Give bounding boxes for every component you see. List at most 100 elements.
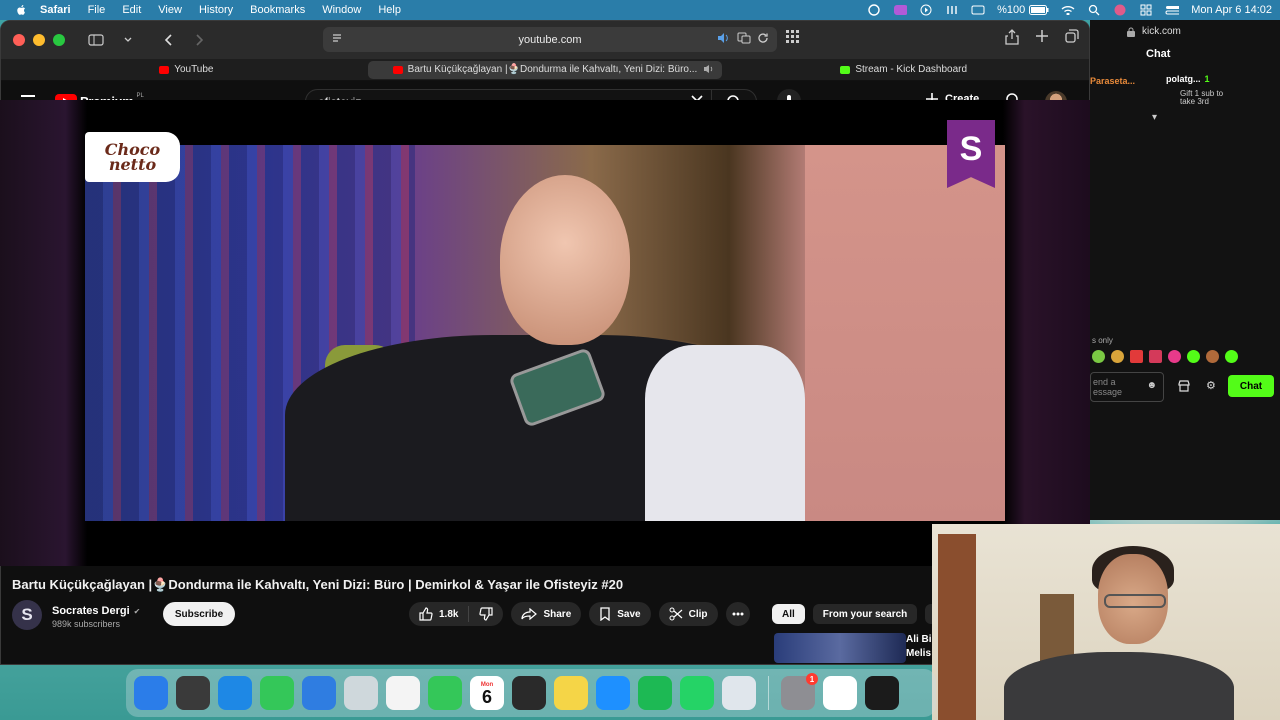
youtube-favicon-icon xyxy=(159,65,170,74)
store-icon[interactable] xyxy=(1178,379,1190,397)
tab-kick[interactable]: Stream - Kick Dashboard xyxy=(726,61,1081,79)
battery-status[interactable]: %100 xyxy=(997,4,1049,16)
emoji-picker-icon[interactable]: ☻ xyxy=(1146,381,1157,391)
chevron-down-icon[interactable] xyxy=(115,29,141,51)
chip-from-your-search[interactable]: From your search xyxy=(812,604,918,624)
menu-help[interactable]: Help xyxy=(378,4,401,16)
wifi-icon[interactable] xyxy=(1061,4,1075,16)
pinned-username: polatg... xyxy=(1166,74,1201,84)
zoom-window-button[interactable] xyxy=(53,34,65,46)
chrome-icon[interactable] xyxy=(823,676,857,710)
menu-file[interactable]: File xyxy=(88,4,106,16)
apple-icon[interactable] xyxy=(16,4,28,16)
obs-icon[interactable] xyxy=(865,676,899,710)
appstore-alt-icon[interactable] xyxy=(344,676,378,710)
url-text: youtube.com xyxy=(518,33,582,46)
emote-icon[interactable] xyxy=(1111,350,1124,363)
address-bar[interactable]: youtube.com xyxy=(323,27,777,52)
whatsapp-icon[interactable] xyxy=(680,676,714,710)
gift-sub-prompt[interactable]: Gift 1 sub to take 3rd xyxy=(1180,90,1223,106)
clip-button[interactable]: Clip xyxy=(658,602,718,626)
controls-icon[interactable] xyxy=(945,4,959,16)
notes-icon[interactable] xyxy=(554,676,588,710)
emote-icon[interactable] xyxy=(1206,350,1219,363)
display-icon[interactable] xyxy=(971,4,985,16)
system-settings-icon[interactable]: 1 xyxy=(781,673,818,710)
menubar-clock[interactable]: Mon Apr 6 14:02 xyxy=(1191,4,1272,16)
translate-icon[interactable] xyxy=(737,32,751,47)
messages-icon[interactable] xyxy=(260,676,294,710)
tab-overview-grid-icon[interactable] xyxy=(785,29,801,48)
share-button[interactable]: Share xyxy=(511,602,582,626)
safari-icon[interactable] xyxy=(218,676,252,710)
save-button[interactable]: Save xyxy=(589,602,651,626)
more-actions-icon[interactable] xyxy=(725,602,750,626)
emote-icon[interactable] xyxy=(1168,350,1181,363)
spotlight-icon[interactable] xyxy=(1087,4,1101,16)
lock-icon xyxy=(1127,27,1135,37)
tab-audio-icon[interactable] xyxy=(703,64,714,77)
page-menu-icon[interactable] xyxy=(331,32,343,47)
collapse-pinned-icon[interactable]: ▾ xyxy=(1152,112,1157,123)
menu-edit[interactable]: Edit xyxy=(122,4,141,16)
facetime-icon[interactable] xyxy=(428,676,462,710)
recommended-video-title[interactable]: Ali Bi Melis xyxy=(906,633,932,661)
tab-video[interactable]: Bartu Küçükçağlayan |🍨Dondurma ile Kahva… xyxy=(367,60,723,79)
minimize-window-button[interactable] xyxy=(33,34,45,46)
new-tab-icon[interactable] xyxy=(1035,29,1049,50)
control-center-icon[interactable] xyxy=(1165,4,1180,16)
user-icon[interactable] xyxy=(1113,4,1127,16)
sidebar-toggle-icon[interactable] xyxy=(83,29,109,51)
emote-icon[interactable] xyxy=(1130,350,1143,363)
appstore-icon[interactable] xyxy=(596,676,630,710)
kick-favicon-icon xyxy=(840,65,851,74)
emote-icon[interactable] xyxy=(1187,350,1200,363)
share-icon[interactable] xyxy=(1005,29,1019,50)
menu-window[interactable]: Window xyxy=(322,4,361,16)
emote-icon[interactable] xyxy=(1225,350,1238,363)
video-frame[interactable] xyxy=(85,145,1005,521)
menu-view[interactable]: View xyxy=(158,4,182,16)
menu-bookmarks[interactable]: Bookmarks xyxy=(250,4,305,16)
emote-icon[interactable] xyxy=(1092,350,1105,363)
channel-avatar[interactable]: S xyxy=(12,600,42,630)
play-icon[interactable] xyxy=(919,4,933,16)
close-window-button[interactable] xyxy=(13,34,25,46)
control-center-grid-icon[interactable] xyxy=(1139,4,1153,16)
emote-icon[interactable] xyxy=(1149,350,1162,363)
send-chat-button[interactable]: Chat xyxy=(1228,375,1274,397)
spotify-icon[interactable] xyxy=(638,676,672,710)
finder-icon[interactable] xyxy=(134,676,168,710)
chat-settings-gear-icon[interactable]: ⚙ xyxy=(1206,379,1216,392)
files-icon[interactable] xyxy=(722,676,756,710)
menubar: Safari File Edit View History Bookmarks … xyxy=(0,0,1280,20)
tab-youtube[interactable]: YouTube xyxy=(9,61,364,79)
reminders-icon[interactable] xyxy=(512,676,546,710)
calendar-icon[interactable]: Mon 6 xyxy=(470,676,504,710)
video-player[interactable]: Choco netto S xyxy=(0,100,1090,566)
photos-icon[interactable] xyxy=(386,676,420,710)
dislike-button[interactable] xyxy=(469,607,503,621)
emote-bar xyxy=(1092,350,1238,363)
launchpad-icon[interactable] xyxy=(176,676,210,710)
chip-all[interactable]: All xyxy=(772,604,805,624)
menu-history[interactable]: History xyxy=(199,4,233,16)
pinned-user[interactable]: polatg... 1 xyxy=(1166,74,1210,84)
kick-chat-window: kick.com Chat Paraseta... polatg... 1 Gif… xyxy=(1090,20,1280,520)
chat-message-input[interactable]: end a essage ☻ xyxy=(1090,372,1164,402)
reload-icon[interactable] xyxy=(757,32,769,47)
recording-icon[interactable] xyxy=(893,4,908,16)
audio-playing-icon[interactable] xyxy=(717,32,731,47)
like-button[interactable]: 1.8k xyxy=(409,606,470,622)
channel-info[interactable]: S Socrates Dergi ✔ 989k subscribers xyxy=(12,600,140,630)
pinned-user-left[interactable]: Paraseta... xyxy=(1090,76,1135,86)
menu-app-name[interactable]: Safari xyxy=(40,4,71,16)
recommended-video-thumbnail[interactable] xyxy=(774,633,906,663)
screen-share-icon[interactable] xyxy=(867,4,881,16)
back-button[interactable] xyxy=(155,29,181,51)
tab-overview-icon[interactable] xyxy=(1065,29,1079,50)
channel-name[interactable]: Socrates Dergi xyxy=(52,605,130,617)
forward-button[interactable] xyxy=(187,29,213,51)
mail-icon[interactable] xyxy=(302,676,336,710)
subscribe-button[interactable]: Subscribe xyxy=(163,602,235,626)
